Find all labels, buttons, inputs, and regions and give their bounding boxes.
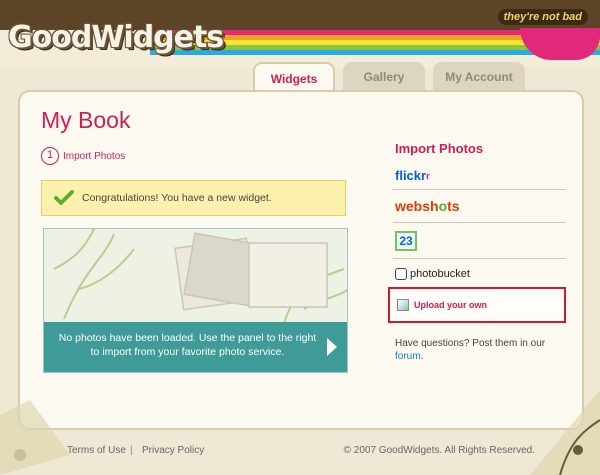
notice-text: Congratulations! You have a new widget. bbox=[82, 192, 272, 204]
success-notice: Congratulations! You have a new widget. bbox=[41, 180, 346, 216]
terms-link[interactable]: Terms of Use bbox=[67, 445, 126, 456]
copyright-text: © 2007 GoodWidgets. All Rights Reserved. bbox=[343, 445, 535, 456]
webshots-logo-part: ts bbox=[447, 198, 460, 214]
privacy-link[interactable]: Privacy Policy bbox=[142, 445, 204, 456]
upload-label: Upload your own bbox=[414, 300, 487, 310]
paint-splash bbox=[520, 28, 600, 60]
tab-widgets[interactable]: Widgets bbox=[253, 62, 335, 92]
webshots-logo-part: websh bbox=[395, 198, 439, 214]
footer-divider: | bbox=[130, 445, 133, 456]
site-tagline: they're not bad bbox=[497, 9, 588, 25]
upload-your-own-button[interactable]: Upload your own bbox=[388, 287, 566, 323]
arrow-right-icon[interactable] bbox=[325, 334, 341, 360]
service-23[interactable]: 23 bbox=[393, 223, 566, 259]
step-number: 1 bbox=[41, 147, 59, 165]
site-footer: Terms of Use | Privacy Policy © 2007 Goo… bbox=[0, 436, 600, 466]
flickr-logo-mark: r bbox=[426, 170, 430, 181]
checkmark-icon bbox=[54, 190, 74, 205]
tab-gallery[interactable]: Gallery bbox=[343, 62, 425, 92]
help-text-body: Have questions? Post them in our bbox=[395, 338, 546, 349]
tab-my-account[interactable]: My Account bbox=[433, 62, 525, 92]
photo-placeholder: No photos have been loaded. Use the pane… bbox=[43, 228, 348, 373]
import-photos-heading: Import Photos bbox=[395, 141, 484, 156]
help-text: Have questions? Post them in our forum. bbox=[395, 337, 570, 363]
service-photobucket[interactable]: photobucket bbox=[393, 259, 566, 289]
placeholder-art bbox=[53, 229, 347, 324]
site-logo[interactable]: GoodWidgets bbox=[8, 20, 224, 55]
flickr-logo: flickr bbox=[395, 168, 427, 183]
page-title: My Book bbox=[41, 107, 131, 133]
photobucket-icon bbox=[395, 268, 407, 280]
forum-link[interactable]: forum bbox=[395, 351, 421, 362]
step-label: Import Photos bbox=[63, 150, 126, 162]
content-panel: My Book 1 Import Photos Congratulations!… bbox=[18, 90, 584, 430]
site-header: GoodWidgets they're not bad bbox=[0, 0, 600, 68]
23-logo: 23 bbox=[395, 230, 417, 251]
webshots-logo-part: o bbox=[438, 198, 448, 214]
help-text-period: . bbox=[420, 351, 424, 362]
picture-icon bbox=[397, 299, 409, 311]
service-webshots[interactable]: websh o ts bbox=[393, 190, 566, 223]
service-flickr[interactable]: flickr r bbox=[393, 162, 566, 190]
photobucket-logo: photobucket bbox=[410, 268, 470, 280]
step-indicator: 1 Import Photos bbox=[41, 147, 125, 165]
empty-message-text: No photos have been loaded. Use the pane… bbox=[58, 332, 317, 358]
empty-photos-message: No photos have been loaded. Use the pane… bbox=[44, 322, 347, 372]
